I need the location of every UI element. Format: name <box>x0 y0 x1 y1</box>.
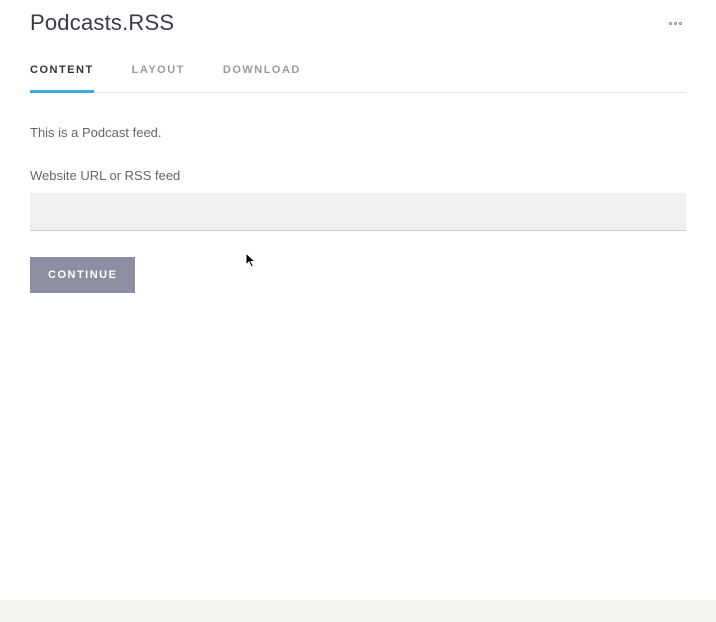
continue-button[interactable]: CONTINUE <box>30 257 135 293</box>
footer-bar <box>0 600 716 622</box>
feed-description: This is a Podcast feed. <box>30 125 686 140</box>
url-field-label: Website URL or RSS feed <box>30 168 686 183</box>
page-title: Podcasts.RSS <box>30 10 174 36</box>
tab-layout[interactable]: LAYOUT <box>132 64 185 92</box>
more-options-icon[interactable] <box>665 18 686 29</box>
url-input[interactable] <box>30 193 686 231</box>
tab-download[interactable]: DOWNLOAD <box>223 64 301 92</box>
tab-content[interactable]: CONTENT <box>30 64 94 93</box>
tab-bar: CONTENT LAYOUT DOWNLOAD <box>30 64 686 93</box>
